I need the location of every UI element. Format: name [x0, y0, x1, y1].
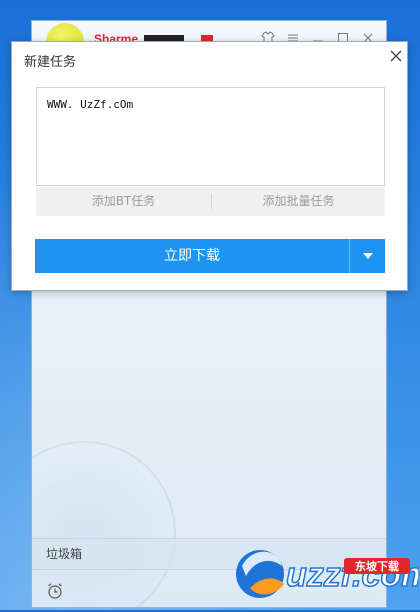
new-task-dialog: 新建任务 WWW. UzZf.cOm 添加BT任务 添加批量任务 立即下载: [11, 41, 408, 291]
add-bt-task-button[interactable]: 添加BT任务: [36, 187, 211, 216]
dialog-title: 新建任务: [24, 55, 77, 70]
close-icon[interactable]: [387, 47, 405, 65]
download-options-button[interactable]: [350, 239, 385, 273]
chevron-down-icon: [363, 253, 373, 259]
download-now-button[interactable]: 立即下载: [35, 239, 349, 273]
trash-bin-label: 垃圾箱: [46, 547, 83, 561]
url-input-text: WWW. UzZf.cOm: [47, 98, 134, 111]
add-task-bar: 添加BT任务 添加批量任务: [36, 187, 385, 216]
url-input[interactable]: WWW. UzZf.cOm: [36, 87, 385, 186]
alarm-clock-icon[interactable]: [46, 582, 64, 600]
svg-text:东坡下载: 东坡下载: [355, 559, 399, 573]
add-batch-task-button[interactable]: 添加批量任务: [212, 187, 385, 216]
uzzf-watermark-logo: uzzf.com 东坡下载: [232, 536, 420, 608]
